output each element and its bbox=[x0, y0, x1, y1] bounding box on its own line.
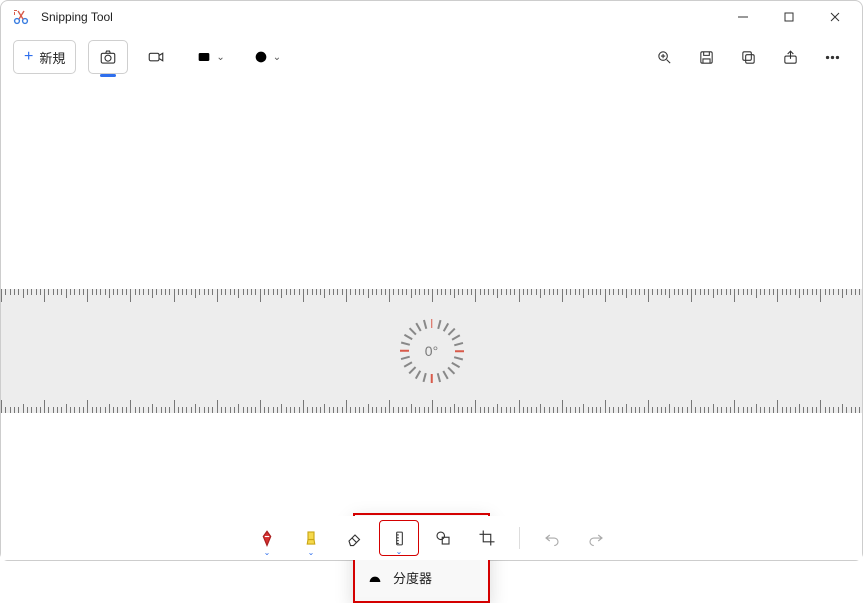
redo-button[interactable] bbox=[576, 520, 616, 556]
chevron-down-icon: ⌄ bbox=[216, 52, 224, 63]
new-button-label: 新規 bbox=[39, 48, 65, 67]
pen-icon bbox=[258, 529, 276, 547]
save-icon bbox=[698, 49, 715, 66]
share-button[interactable] bbox=[772, 40, 808, 74]
canvas-area[interactable]: 0° 定規 分度器 bbox=[1, 81, 862, 560]
chevron-down-icon: ⌄ bbox=[396, 547, 403, 556]
copy-icon bbox=[740, 49, 757, 66]
plus-icon: + bbox=[24, 48, 33, 66]
shapes-icon bbox=[434, 529, 452, 547]
app-title: Snipping Tool bbox=[41, 10, 113, 24]
ruler-compass: 0° bbox=[400, 319, 464, 383]
chevron-down-icon: ⌄ bbox=[273, 52, 281, 63]
delay-dropdown[interactable]: ⌄ bbox=[245, 40, 289, 74]
eraser-tool[interactable] bbox=[335, 520, 375, 556]
clock-icon bbox=[253, 49, 269, 65]
undo-button[interactable] bbox=[532, 520, 572, 556]
menu-item-protractor-label: 分度器 bbox=[393, 568, 432, 587]
shapes-tool[interactable] bbox=[423, 520, 463, 556]
more-button[interactable] bbox=[814, 40, 850, 74]
zoom-button[interactable] bbox=[646, 40, 682, 74]
ruler-tool[interactable]: ⌄ bbox=[379, 520, 419, 556]
rectangle-icon bbox=[196, 49, 212, 65]
protractor-icon bbox=[367, 570, 383, 586]
ruler-overlay[interactable]: 0° bbox=[1, 289, 862, 413]
ruler-angle-label: 0° bbox=[425, 343, 438, 359]
highlighter-icon bbox=[302, 529, 320, 547]
eraser-icon bbox=[346, 529, 364, 547]
share-icon bbox=[782, 49, 799, 66]
app-icon bbox=[13, 9, 29, 25]
annotation-toolbar: ⌄ ⌄ ⌄ bbox=[1, 516, 862, 560]
video-icon bbox=[147, 48, 165, 66]
minimize-button[interactable] bbox=[720, 1, 766, 33]
snip-shape-dropdown[interactable]: ⌄ bbox=[188, 40, 232, 74]
chevron-down-icon: ⌄ bbox=[264, 548, 271, 557]
crop-tool[interactable] bbox=[467, 520, 507, 556]
more-icon bbox=[824, 49, 841, 66]
zoom-in-icon bbox=[656, 49, 673, 66]
menu-item-protractor[interactable]: 分度器 bbox=[355, 558, 488, 597]
save-button[interactable] bbox=[688, 40, 724, 74]
close-button[interactable] bbox=[812, 1, 858, 33]
maximize-button[interactable] bbox=[766, 1, 812, 33]
pen-tool[interactable]: ⌄ bbox=[247, 520, 287, 556]
new-button[interactable]: + 新規 bbox=[13, 40, 76, 74]
undo-icon bbox=[543, 529, 561, 547]
capture-mode-group bbox=[88, 40, 176, 74]
ruler-ticks-bottom bbox=[1, 399, 862, 413]
highlighter-tool[interactable]: ⌄ bbox=[291, 520, 331, 556]
redo-icon bbox=[587, 529, 605, 547]
toolbar-divider bbox=[519, 527, 520, 549]
ruler-icon bbox=[391, 530, 408, 547]
copy-button[interactable] bbox=[730, 40, 766, 74]
title-bar: Snipping Tool bbox=[1, 1, 862, 33]
video-mode-button[interactable] bbox=[136, 40, 176, 74]
camera-icon bbox=[99, 48, 117, 66]
ruler-ticks-top bbox=[1, 289, 862, 303]
chevron-down-icon: ⌄ bbox=[308, 548, 315, 557]
toolbar: + 新規 ⌄ ⌄ bbox=[1, 33, 862, 81]
photo-mode-button[interactable] bbox=[88, 40, 128, 74]
crop-icon bbox=[478, 529, 496, 547]
